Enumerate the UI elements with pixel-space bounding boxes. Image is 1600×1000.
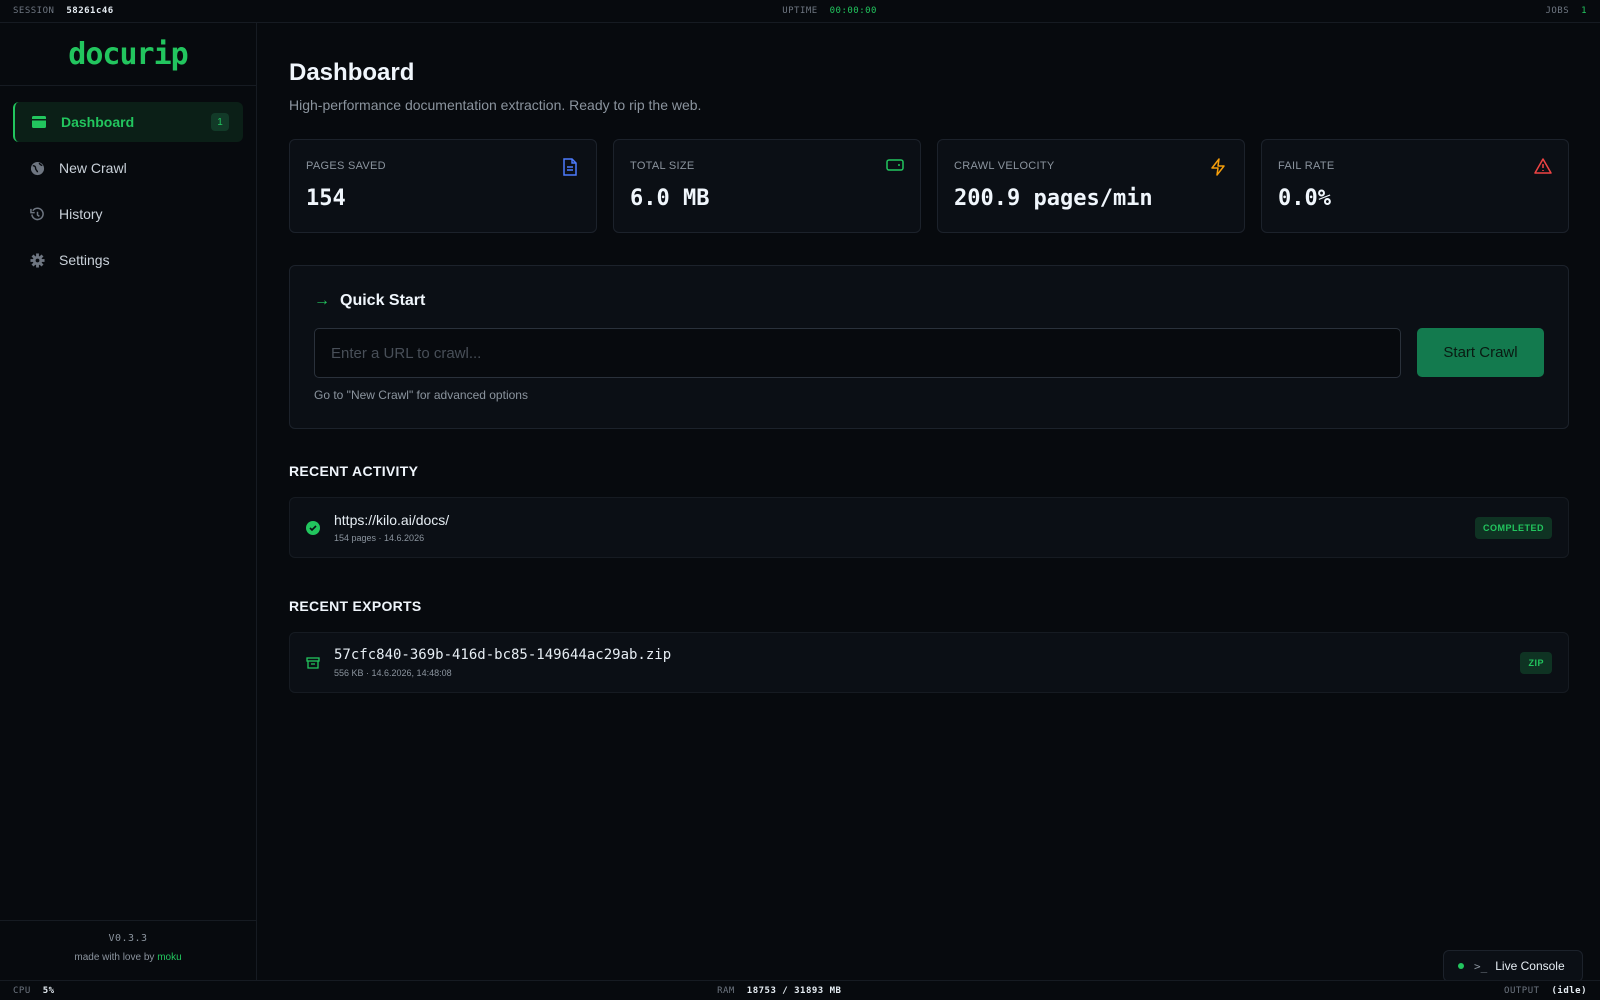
sidebar: docurip Dashboard 1 New Crawl History Se: [0, 23, 257, 980]
stat-card-crawl-velocity: CRAWL VELOCITY 200.9 pages/min: [937, 139, 1245, 233]
drive-icon: [886, 158, 904, 176]
uptime-label: UPTIME: [782, 6, 818, 16]
app-logo[interactable]: docurip: [0, 23, 256, 86]
activity-url[interactable]: https://kilo.ai/docs/: [334, 512, 449, 528]
ram-indicator: RAM 18753 / 31893 MB: [717, 986, 841, 996]
live-console-button[interactable]: >_ Live Console: [1443, 950, 1583, 982]
globe-icon: [29, 160, 45, 176]
recent-exports-title: RECENT EXPORTS: [289, 598, 422, 614]
dashboard-icon: [31, 114, 47, 130]
uptime-indicator: UPTIME 00:00:00: [782, 6, 877, 16]
export-meta: 556 KB · 14.6.2026, 14:48:08: [334, 668, 452, 678]
sidebar-item-new-crawl[interactable]: New Crawl: [13, 148, 243, 188]
check-circle-icon: [306, 520, 320, 535]
uptime-value: 00:00:00: [829, 6, 877, 16]
main-content: Dashboard High-performance documentation…: [289, 23, 1569, 693]
page-subtitle: High-performance documentation extractio…: [289, 97, 702, 113]
session-indicator: SESSION 58261c46: [13, 6, 114, 16]
session-value: 58261c46: [66, 6, 114, 16]
session-label: SESSION: [13, 6, 55, 16]
stat-label: TOTAL SIZE: [630, 160, 695, 172]
stat-label: PAGES SAVED: [306, 160, 386, 172]
stat-value: 0.0%: [1278, 186, 1331, 211]
cpu-indicator: CPU 5%: [13, 986, 55, 996]
output-value: (idle): [1551, 985, 1587, 996]
live-console-label: Live Console: [1495, 959, 1565, 973]
activity-text: https://kilo.ai/docs/ 154 pages · 14.6.2…: [334, 512, 449, 543]
arrow-right-icon: →: [314, 292, 330, 309]
export-item[interactable]: 57cfc840-369b-416d-bc85-149644ac29ab.zip…: [289, 632, 1569, 693]
output-indicator: OUTPUT (idle): [1504, 986, 1587, 996]
stat-value: 200.9 pages/min: [954, 186, 1153, 211]
start-crawl-button[interactable]: Start Crawl: [1417, 328, 1544, 377]
export-text: 57cfc840-369b-416d-bc85-149644ac29ab.zip…: [334, 647, 671, 678]
sidebar-item-label: Settings: [59, 252, 110, 268]
version-label: V0.3.3: [108, 933, 148, 944]
made-with-text: made with love by: [74, 952, 155, 963]
gear-icon: [29, 252, 45, 268]
stat-card-pages-saved: PAGES SAVED 154: [289, 139, 597, 233]
stat-label: FAIL RATE: [1278, 160, 1335, 172]
jobs-value: 1: [1581, 6, 1587, 16]
status-badge: COMPLETED: [1474, 517, 1552, 539]
author-link[interactable]: moku: [157, 952, 181, 963]
quick-start-hint: Go to "New Crawl" for advanced options: [314, 388, 528, 402]
output-label: OUTPUT: [1504, 985, 1540, 996]
page-title: Dashboard: [289, 59, 415, 86]
sidebar-footer: V0.3.3 made with love by moku: [0, 920, 256, 980]
cpu-label: CPU: [13, 985, 31, 996]
warning-icon: [1534, 158, 1552, 176]
quick-start-row: Start Crawl: [314, 328, 1544, 378]
url-input[interactable]: [314, 328, 1401, 378]
sidebar-nav: Dashboard 1 New Crawl History Settings: [0, 86, 256, 302]
lightning-icon: [1210, 158, 1228, 176]
status-dot: [1458, 963, 1464, 969]
sidebar-item-dashboard[interactable]: Dashboard 1: [13, 102, 243, 142]
jobs-indicator: JOBS 1: [1545, 6, 1587, 16]
ram-label: RAM: [717, 985, 735, 996]
archive-icon: [306, 656, 320, 670]
format-badge: ZIP: [1520, 652, 1552, 674]
jobs-label: JOBS: [1545, 6, 1570, 16]
terminal-icon: >_: [1474, 959, 1488, 973]
recent-activity-title: RECENT ACTIVITY: [289, 463, 419, 479]
stat-value: 154: [306, 186, 346, 211]
activity-item[interactable]: https://kilo.ai/docs/ 154 pages · 14.6.2…: [289, 497, 1569, 558]
stat-value: 6.0 MB: [630, 186, 710, 211]
sidebar-item-label: New Crawl: [59, 160, 127, 176]
quick-start-title: Quick Start: [340, 292, 426, 309]
cpu-value: 5%: [42, 985, 55, 996]
history-icon: [29, 206, 45, 222]
stats-row: PAGES SAVED 154 TOTAL SIZE 6.0 MB CRAWL …: [289, 139, 1569, 233]
activity-meta: 154 pages · 14.6.2026: [334, 533, 425, 543]
sidebar-item-settings[interactable]: Settings: [13, 240, 243, 280]
export-filename[interactable]: 57cfc840-369b-416d-bc85-149644ac29ab.zip: [334, 647, 671, 663]
quick-start-panel: → Quick Start Start Crawl Go to "New Cra…: [289, 265, 1569, 429]
sidebar-item-history[interactable]: History: [13, 194, 243, 234]
document-icon: [562, 158, 580, 176]
stat-label: CRAWL VELOCITY: [954, 160, 1055, 172]
dashboard-count-badge: 1: [211, 113, 229, 131]
sidebar-item-label: Dashboard: [61, 114, 135, 130]
top-status-bar: SESSION 58261c46 UPTIME 00:00:00 JOBS 1: [0, 0, 1600, 23]
bottom-status-bar: CPU 5% RAM 18753 / 31893 MB OUTPUT (idle…: [0, 980, 1600, 1000]
stat-card-fail-rate: FAIL RATE 0.0%: [1261, 139, 1569, 233]
ram-value: 18753 / 31893 MB: [746, 985, 842, 996]
quick-start-heading: → Quick Start: [314, 292, 1544, 310]
stat-card-total-size: TOTAL SIZE 6.0 MB: [613, 139, 921, 233]
sidebar-item-label: History: [59, 206, 103, 222]
made-with-love: made with love by moku: [0, 952, 256, 963]
